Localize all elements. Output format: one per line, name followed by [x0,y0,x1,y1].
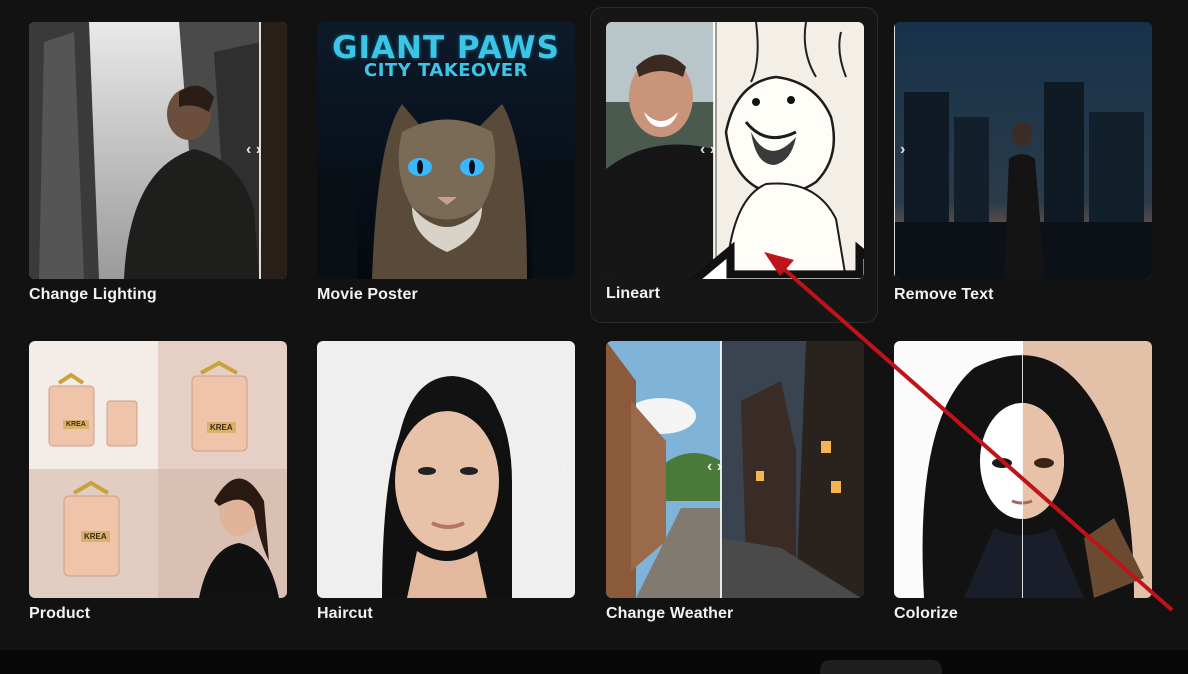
compare-divider[interactable] [894,22,895,279]
card-label: Product [29,605,91,622]
chevron-right-icon[interactable]: › [900,141,905,159]
product-brand-label: KREA [81,531,110,542]
card-label: Lineart [606,285,661,302]
chevron-left-right-icon[interactable]: ‹ › [707,458,722,476]
card-label: Colorize [894,605,958,622]
chevron-left-icon[interactable]: ‹ [562,460,567,478]
lineart-thumbnail[interactable]: ‹ › [606,22,864,279]
colorize-thumbnail[interactable] [894,341,1152,598]
change-weather-thumbnail[interactable]: ‹ › [606,341,864,598]
poster-subtitle-text: CITY TAKEOVER [364,60,528,81]
card-label: Haircut [317,605,373,622]
movie-poster-thumbnail[interactable]: GIANT PAWS CITY TAKEOVER [317,22,575,279]
footer-bar [0,650,1188,674]
chevron-left-right-icon[interactable]: ‹ › [246,141,261,159]
product-brand-label: KREA [207,422,236,433]
gallery-page: ‹ › Change Lighting GIANT PAWS CITY TAKE… [0,0,1188,674]
remove-text-thumbnail[interactable]: › [894,22,1152,279]
compare-divider[interactable] [1022,341,1023,598]
footer-tab[interactable] [820,660,942,674]
chevron-left-right-icon[interactable]: ‹ › [700,141,715,159]
card-label: Remove Text [894,286,994,303]
horizontal-resize-cursor-icon [689,241,864,279]
product-thumbnail[interactable]: KREA KREA KREA [29,341,287,598]
change-lighting-thumbnail[interactable]: ‹ › [29,22,287,279]
product-brand-label: KREA [63,420,89,429]
card-label: Change Lighting [29,286,157,303]
haircut-thumbnail[interactable]: ‹ [317,341,575,598]
card-label: Movie Poster [317,286,418,303]
card-label: Change Weather [606,605,734,622]
